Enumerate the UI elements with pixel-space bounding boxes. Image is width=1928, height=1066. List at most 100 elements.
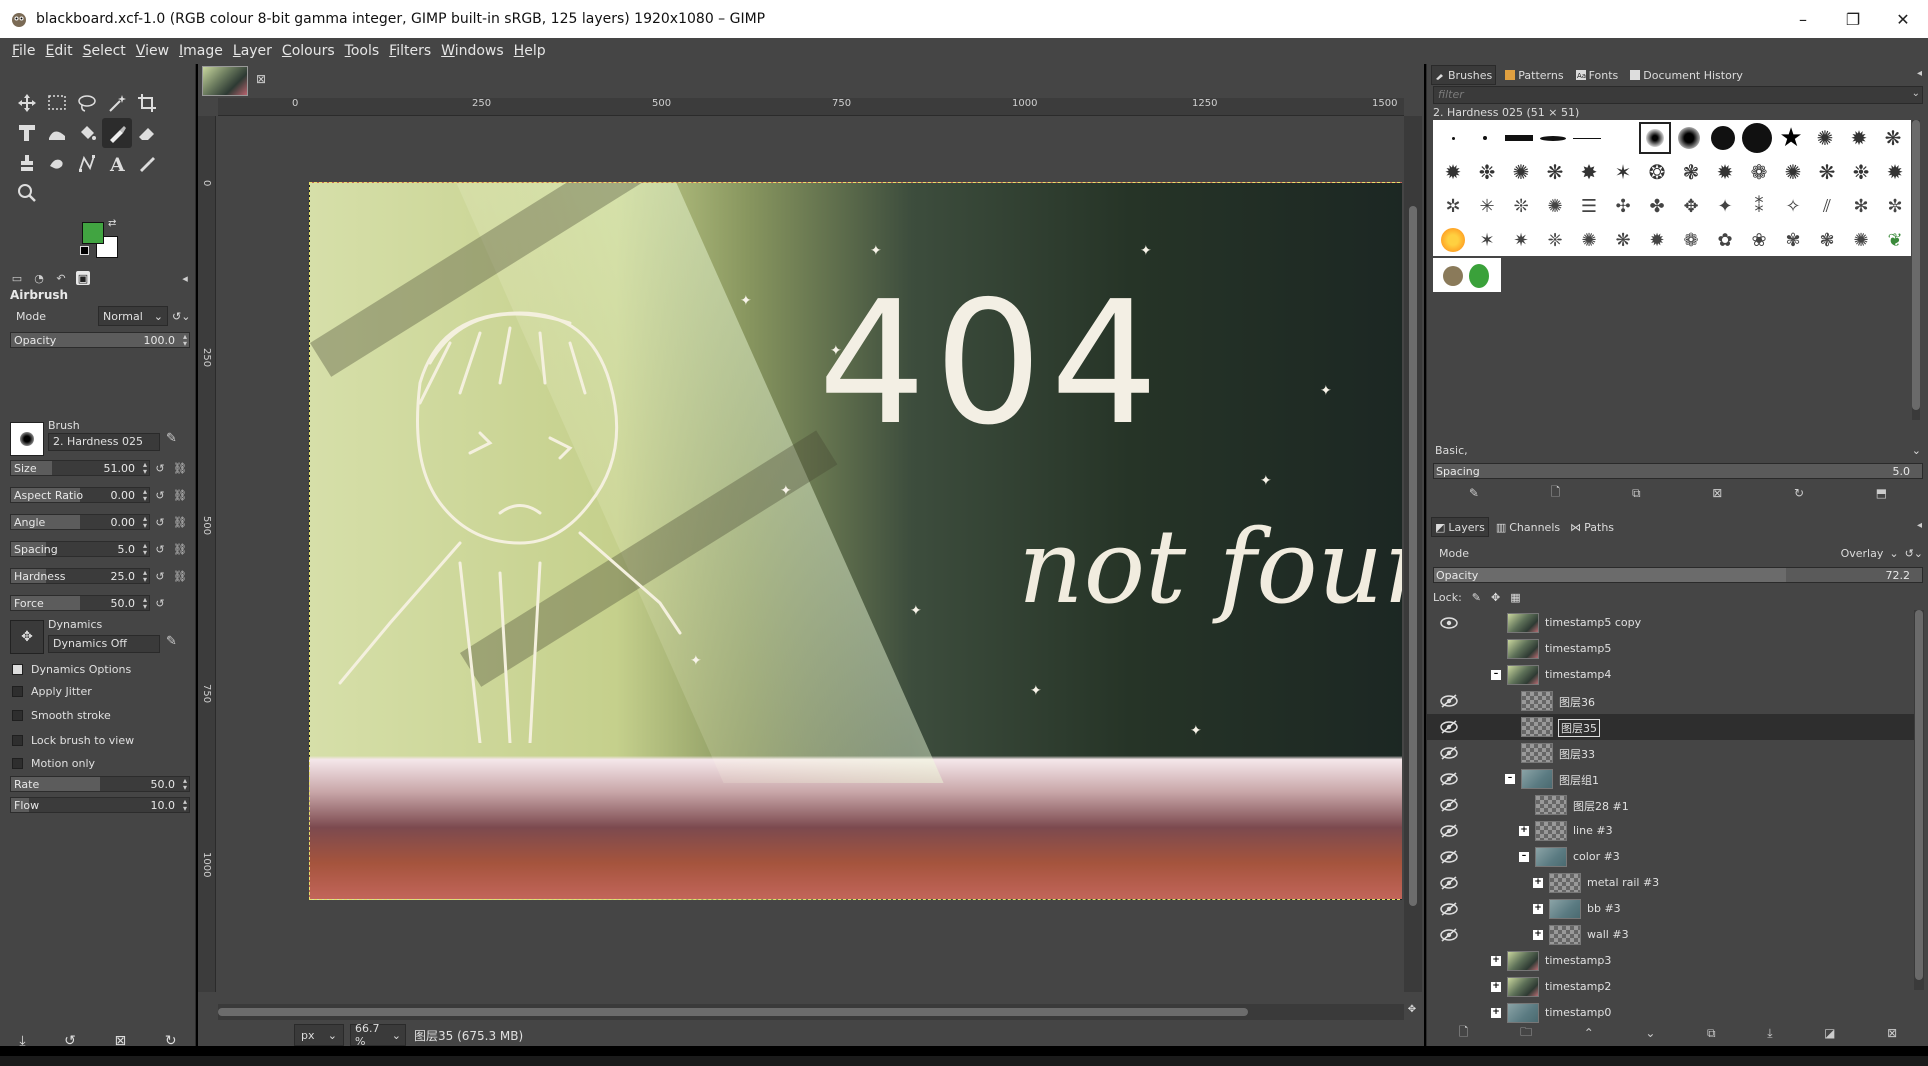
brush-item[interactable] [1469,122,1501,154]
star-brush-icon[interactable]: ★ [1775,122,1807,154]
eraser-tool-icon[interactable] [132,118,162,148]
brush-scrollbar[interactable] [1912,120,1920,420]
flow-slider[interactable]: Flow 10.0 ▴ ▾ [10,797,190,813]
menu-help[interactable]: Help [514,43,546,59]
spin-icon[interactable]: ▴ ▾ [143,596,147,611]
texture-brush-icon[interactable]: ❋ [1607,224,1639,256]
brush-item-selected[interactable] [1639,122,1671,154]
spin-icon[interactable]: ▴ ▾ [183,333,187,348]
layer-thumbnail[interactable] [1507,639,1539,659]
layer-row[interactable]: timestamp5 [1427,636,1915,662]
layer-row[interactable]: 图层35 [1427,714,1915,740]
aspect-ratio-slider[interactable]: Aspect Ratio 0.00 ▴ ▾ [10,487,150,503]
splatter-brush-icon[interactable]: ✹ [1437,156,1469,188]
lock-brush-row[interactable]: Lock brush to view [12,731,134,749]
splatter-brush-icon[interactable]: ❃ [1675,156,1707,188]
brush-name-field[interactable]: 2. Hardness 025 [48,433,160,451]
horizontal-scrollbar[interactable] [218,1004,1404,1020]
foreground-color-swatch[interactable] [82,222,104,244]
splatter-brush-icon[interactable]: ✶ [1607,156,1639,188]
swap-colors-icon[interactable]: ⇄ [108,218,116,229]
reset-icon[interactable]: ↺ [152,595,168,611]
reset-options-icon[interactable]: ↻ [165,1033,177,1049]
texture-brush-icon[interactable]: ✣ [1607,190,1639,222]
brush-filter-input[interactable]: filter [1433,86,1923,104]
layer-thumbnail[interactable] [1549,873,1581,893]
link-icon[interactable]: ⛓ [172,541,188,557]
apply-jitter-row[interactable]: Apply Jitter [12,682,92,700]
hidden-eye-icon[interactable] [1439,823,1459,839]
collapse-group-icon[interactable]: – [1491,670,1501,680]
transform-tool-icon[interactable] [12,118,42,148]
menu-tools[interactable]: Tools [345,43,380,59]
smooth-stroke-row[interactable]: Smooth stroke [12,706,111,724]
splatter-brush-icon[interactable]: ✺ [1505,156,1537,188]
tab-channels[interactable]: ▥ Channels [1493,517,1563,537]
clone-tool-icon[interactable] [12,148,42,178]
layer-row[interactable]: + timestamp3 [1427,948,1915,974]
texture-brush-icon[interactable]: ✺ [1573,224,1605,256]
spin-icon[interactable]: ▴ ▾ [143,461,147,476]
menu-windows[interactable]: Windows [441,43,504,59]
splatter-brush-icon[interactable]: ❉ [1471,156,1503,188]
texture-brush-icon[interactable]: ✺ [1845,224,1877,256]
link-icon[interactable]: ⛓ [172,460,188,476]
layer-row[interactable]: + bb #3 [1427,896,1915,922]
spin-icon[interactable]: ▴ ▾ [143,542,147,557]
layer-thumbnail[interactable] [1507,665,1539,685]
layer-thumbnail[interactable] [1521,691,1553,711]
canvas-viewport[interactable]: ✦ ✦ ✦ ✦ ✦ ✦ ✦ ✦ ✦ ✦ ✦ 404 not found [218,116,1402,992]
texture-brush-icon[interactable]: ⁑ [1743,190,1775,222]
hidden-eye-icon[interactable] [1439,849,1459,865]
fuzzy-select-tool-icon[interactable] [102,88,132,118]
texture-brush-icon[interactable]: ✧ [1777,190,1809,222]
zoom-select[interactable]: 66.7 % ⌄ [350,1022,406,1048]
open-as-image-icon[interactable]: ⬒ [1876,486,1887,500]
collapse-group-icon[interactable]: – [1505,774,1515,784]
delete-brush-icon[interactable]: ⊠ [1712,486,1722,500]
mode-reset-icon[interactable]: ↺⌄ [172,310,190,323]
tab-brushes[interactable]: Brushes [1431,65,1497,85]
layer-thumbnail[interactable] [1507,977,1539,997]
texture-brush-icon[interactable]: ❀ [1743,224,1775,256]
spin-icon[interactable]: ▴ ▾ [143,515,147,530]
link-icon[interactable]: ⛓ [172,568,188,584]
layer-thumbnail[interactable] [1549,925,1581,945]
reset-icon[interactable]: ↺ [152,460,168,476]
new-brush-icon[interactable]: 🗋 [1551,483,1561,504]
smudge-tool-icon[interactable] [42,148,72,178]
splatter-brush-icon[interactable]: ✹ [1709,156,1741,188]
dynamics-name-field[interactable]: Dynamics Off [48,635,160,653]
opacity-slider[interactable]: Opacity 100.0 ▴ ▾ [10,332,190,348]
new-layer-group-icon[interactable]: 🗀 [1520,1023,1532,1044]
splatter-brush-icon[interactable]: ✺ [1777,156,1809,188]
reset-icon[interactable]: ↺ [152,487,168,503]
apply-jitter-checkbox[interactable] [12,685,23,697]
brush-item[interactable] [1537,122,1569,154]
texture-brush-icon[interactable]: ✼ [1879,190,1911,222]
brush-item[interactable] [1437,122,1469,154]
paths-tool-icon[interactable] [72,148,102,178]
hidden-eye-icon[interactable] [1439,901,1459,917]
layer-opacity-slider[interactable]: Opacity 72.2 [1433,567,1923,583]
hidden-eye-icon[interactable] [1439,927,1459,943]
scroll-thumb[interactable] [1409,206,1417,906]
layer-mode-select[interactable]: Overlay ⌄ ↺⌄ [1841,547,1923,560]
save-options-icon[interactable]: ⤓ [19,1033,25,1049]
motion-only-checkbox[interactable] [12,757,23,769]
dynamics-options-row[interactable]: Dynamics Options [12,660,131,678]
dock-config-icon[interactable]: ◂ [1917,68,1922,79]
layer-thumbnail[interactable] [1521,743,1553,763]
close-image-icon[interactable]: ⊠ [256,72,266,86]
airbrush-tool-icon[interactable] [102,118,132,148]
expand-group-icon[interactable]: + [1533,930,1543,940]
texture-brush-icon[interactable]: ✶ [1471,224,1503,256]
texture-brush-icon[interactable]: ✿ [1709,224,1741,256]
splatter-brush-icon[interactable]: ✹ [1879,156,1911,188]
menu-filters[interactable]: Filters [389,43,431,59]
scroll-thumb[interactable] [218,1008,1248,1016]
layer-thumbnail[interactable] [1507,951,1539,971]
brush-tag-select[interactable]: Basic, ⌄ [1433,444,1923,462]
scroll-thumb[interactable] [1915,610,1923,980]
dynamics-preview[interactable]: ✥ [10,620,44,654]
